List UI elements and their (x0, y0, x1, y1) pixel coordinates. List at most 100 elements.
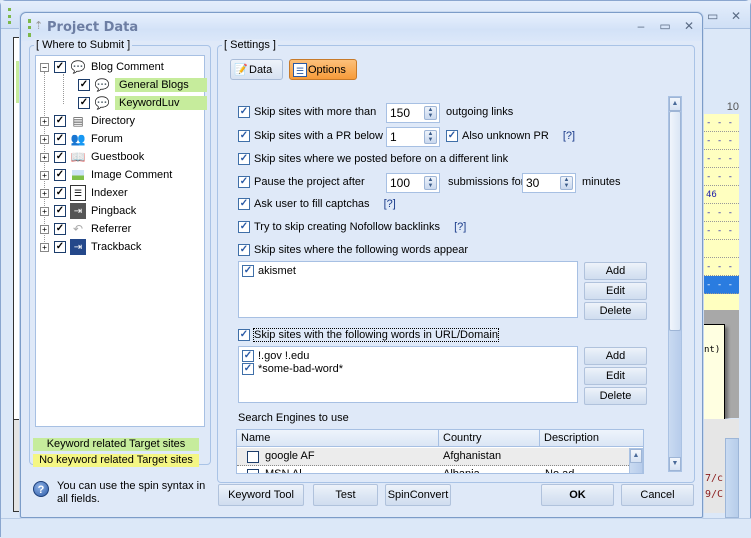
checkbox-checked[interactable]: ✓ (238, 106, 250, 118)
tree-item-indexer[interactable]: + ✓ ☰ Indexer (40, 184, 128, 202)
tree-item-general-blogs[interactable]: ✓ 💬 General Blogs (78, 76, 207, 94)
words-appear-list[interactable]: ✓ akismet (238, 261, 578, 318)
checkbox-checked[interactable]: ✓ (238, 221, 250, 233)
column-header-name[interactable]: Name (237, 430, 439, 447)
background-list-cell[interactable]: - - - (703, 168, 739, 186)
background-close-button[interactable]: ✕ (731, 9, 741, 23)
checkbox-checked[interactable]: ✓ (242, 362, 254, 375)
list-item[interactable]: ✓ akismet (239, 264, 577, 277)
checkbox-checked[interactable]: ✓ (54, 223, 66, 235)
scroll-down-icon[interactable]: ▼ (669, 457, 681, 471)
background-list-cell-selected[interactable]: - - - (703, 276, 739, 294)
max-outgoing-input[interactable]: 150 ▲ ▼ (386, 103, 440, 123)
spin-value[interactable]: 1 (390, 130, 397, 144)
tree-item-image-comment[interactable]: + ✓ Image Comment (40, 166, 172, 184)
checkbox-checked[interactable]: ✓ (78, 79, 90, 91)
tab-options[interactable]: ☰ Options (289, 59, 357, 80)
background-list-cell[interactable]: 46 (703, 186, 739, 204)
spin-updown-icon[interactable]: ▲ ▼ (424, 176, 437, 190)
checkbox-checked[interactable]: ✓ (54, 151, 66, 163)
checkbox-checked[interactable]: ✓ (446, 130, 458, 142)
checkbox-checked[interactable]: ✓ (54, 61, 66, 73)
captchas-help-link[interactable]: [?] (384, 198, 396, 210)
dialog-titlebar[interactable]: ⇡ Project Data – ▭ ✕ (21, 13, 702, 41)
option-captchas[interactable]: ✓ Ask user to fill captchas [?] (238, 198, 396, 210)
minimize-button[interactable]: – (633, 19, 649, 33)
tree-item-keywordluv[interactable]: ✓ 💬 KeywordLuv (78, 94, 207, 112)
tree-item-blog-comment[interactable]: − ✓ 💬 Blog Comment (40, 58, 164, 76)
expand-icon[interactable]: + (40, 224, 49, 234)
close-button[interactable]: ✕ (681, 19, 697, 33)
background-list-cell[interactable]: - - - (703, 132, 739, 150)
list-item[interactable]: ✓ !.gov !.edu (239, 349, 577, 362)
pr-below-input[interactable]: 1 ▲ ▼ (386, 127, 440, 147)
checkbox-checked[interactable]: ✓ (54, 187, 66, 199)
words-url-list[interactable]: ✓ !.gov !.edu ✓ *some-bad-word* (238, 346, 578, 403)
background-maximize-button[interactable]: ▭ (707, 9, 718, 23)
table-scrollbar[interactable]: ▲ (629, 448, 643, 473)
spin-updown-icon[interactable]: ▲ ▼ (424, 130, 437, 144)
words-appear-delete-button[interactable]: Delete (584, 302, 647, 320)
checkbox-checked[interactable]: ✓ (238, 329, 250, 341)
tree-item-pingback[interactable]: + ✓ ⇥ Pingback (40, 202, 136, 220)
words-appear-add-button[interactable]: Add (584, 262, 647, 280)
checkbox-unchecked[interactable] (247, 469, 259, 473)
checkbox-checked[interactable]: ✓ (54, 115, 66, 127)
background-scrollbar[interactable] (725, 438, 739, 518)
background-list-cell[interactable] (703, 240, 739, 258)
option-pause[interactable]: ✓ Pause the project after (238, 176, 365, 188)
column-header-country[interactable]: Country (439, 430, 540, 447)
option-posted-before[interactable]: ✓ Skip sites where we posted before on a… (238, 153, 508, 165)
collapse-icon[interactable]: − (40, 62, 49, 72)
keyword-tool-button[interactable]: Keyword Tool (218, 484, 304, 506)
checkbox-checked[interactable]: ✓ (238, 198, 250, 210)
search-engines-table[interactable]: Name Country Description google AF Afgha… (236, 429, 644, 474)
tree-item-guestbook[interactable]: + ✓ 📖 Guestbook (40, 148, 144, 166)
options-scrollbar[interactable]: ▲ ▼ (668, 96, 682, 472)
test-button[interactable]: Test (313, 484, 378, 506)
words-url-add-button[interactable]: Add (584, 347, 647, 365)
spin-updown-icon[interactable]: ▲ ▼ (424, 106, 437, 120)
checkbox-checked[interactable]: ✓ (238, 244, 250, 256)
spin-updown-icon[interactable]: ▲ ▼ (560, 176, 573, 190)
checkbox-checked[interactable]: ✓ (242, 264, 254, 277)
spin-value[interactable]: 150 (390, 106, 410, 120)
expand-icon[interactable]: + (40, 116, 49, 126)
ok-button[interactable]: OK (541, 484, 614, 506)
background-list-cell[interactable]: - - - (703, 222, 739, 240)
checkbox-checked[interactable]: ✓ (238, 176, 250, 188)
background-list-cell[interactable]: - - - (703, 204, 739, 222)
expand-icon[interactable]: + (40, 206, 49, 216)
maximize-button[interactable]: ▭ (657, 19, 673, 33)
spin-value[interactable]: 30 (526, 176, 539, 190)
option-max-outgoing[interactable]: ✓ Skip sites with more than (238, 106, 376, 118)
expand-icon[interactable]: + (40, 152, 49, 162)
checkbox-checked[interactable]: ✓ (54, 205, 66, 217)
expand-icon[interactable]: + (40, 134, 49, 144)
scroll-up-icon[interactable]: ▲ (630, 449, 642, 463)
list-item[interactable]: ✓ *some-bad-word* (239, 362, 577, 375)
option-unknown-pr[interactable]: ✓ Also unknown PR [?] (446, 130, 575, 142)
option-nofollow[interactable]: ✓ Try to skip creating Nofollow backlink… (238, 221, 466, 233)
tree-item-trackback[interactable]: + ✓ ⇥ Trackback (40, 238, 141, 256)
checkbox-checked[interactable]: ✓ (238, 130, 250, 142)
checkbox-checked[interactable]: ✓ (54, 133, 66, 145)
spinconvert-button[interactable]: SpinConvert (385, 484, 451, 506)
words-url-delete-button[interactable]: Delete (584, 387, 647, 405)
checkbox-checked[interactable]: ✓ (242, 349, 254, 362)
option-words-appear[interactable]: ✓ Skip sites where the following words a… (238, 244, 468, 256)
unknown-pr-help-link[interactable]: [?] (563, 130, 575, 142)
column-header-description[interactable]: Description (540, 430, 643, 447)
background-list-cell[interactable]: - - - (703, 258, 739, 276)
expand-icon[interactable]: + (40, 170, 49, 180)
nofollow-help-link[interactable]: [?] (454, 221, 466, 233)
tree-item-forum[interactable]: + ✓ 👥 Forum (40, 130, 123, 148)
checkbox-checked[interactable]: ✓ (54, 241, 66, 253)
tree-item-directory[interactable]: + ✓ ▤ Directory (40, 112, 135, 130)
checkbox-checked[interactable]: ✓ (78, 97, 90, 109)
scroll-up-icon[interactable]: ▲ (669, 97, 681, 111)
words-appear-edit-button[interactable]: Edit (584, 282, 647, 300)
pause-submissions-input[interactable]: 100 ▲ ▼ (386, 173, 440, 193)
cancel-button[interactable]: Cancel (621, 484, 694, 506)
checkbox-checked[interactable]: ✓ (238, 153, 250, 165)
